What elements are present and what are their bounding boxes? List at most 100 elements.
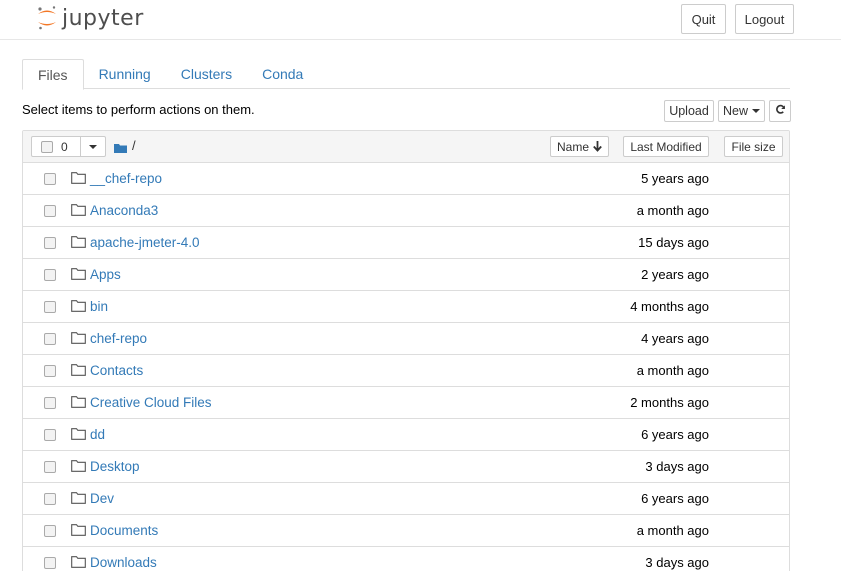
logo-text: jupyter — [62, 5, 144, 31]
new-button-label: New — [722, 104, 748, 118]
table-row[interactable]: bin 4 months ago — [23, 291, 789, 323]
folder-solid-icon — [114, 141, 127, 153]
table-row[interactable]: Anaconda3 a month ago — [23, 195, 789, 227]
jupyter-logo-icon — [36, 5, 58, 31]
refresh-button[interactable] — [769, 100, 791, 122]
table-row[interactable]: Documents a month ago — [23, 515, 789, 547]
item-last-modified: 15 days ago — [638, 235, 709, 250]
selected-count: 0 — [61, 139, 68, 154]
item-name-link[interactable]: Documents — [90, 523, 158, 538]
table-row[interactable]: Apps 2 years ago — [23, 259, 789, 291]
folder-icon — [71, 364, 86, 376]
caret-down-icon — [89, 144, 97, 149]
quit-button[interactable]: Quit — [681, 4, 726, 34]
selection-hint: Select items to perform actions on them. — [22, 102, 255, 117]
row-checkbox[interactable] — [44, 301, 56, 313]
folder-icon — [71, 172, 86, 184]
header: jupyter Quit Logout — [0, 0, 841, 40]
item-name-link[interactable]: bin — [90, 299, 108, 314]
upload-button[interactable]: Upload — [664, 100, 714, 122]
row-checkbox[interactable] — [44, 173, 56, 185]
row-checkbox[interactable] — [44, 269, 56, 281]
tab-running[interactable]: Running — [84, 59, 166, 89]
folder-icon — [71, 268, 86, 280]
tab-bar: Files Running Clusters Conda — [22, 59, 790, 90]
sort-file-size-button[interactable]: File size — [724, 136, 783, 157]
select-all-checkbox[interactable] — [41, 140, 53, 153]
table-row[interactable]: dd 6 years ago — [23, 419, 789, 451]
refresh-icon — [775, 104, 786, 118]
item-name-link[interactable]: __chef-repo — [90, 171, 162, 186]
sort-last-modified-button[interactable]: Last Modified — [623, 136, 709, 157]
file-rows: __chef-repo 5 years ago Anaconda3 a month a… — [23, 163, 789, 571]
tab-clusters[interactable]: Clusters — [166, 59, 247, 89]
folder-icon — [71, 428, 86, 440]
sort-name-label: Name — [556, 139, 589, 154]
table-row[interactable]: chef-repo 4 years ago — [23, 323, 789, 355]
row-checkbox[interactable] — [44, 365, 56, 377]
row-checkbox[interactable] — [44, 205, 56, 217]
item-last-modified: a month ago — [636, 523, 709, 538]
folder-icon — [71, 460, 86, 472]
row-checkbox[interactable] — [44, 525, 56, 537]
table-row[interactable]: Contacts a month ago — [23, 355, 789, 387]
sort-name-button[interactable]: Name — [550, 136, 609, 157]
folder-icon — [71, 556, 86, 568]
table-row[interactable]: Desktop 3 days ago — [23, 451, 789, 483]
row-checkbox[interactable] — [44, 237, 56, 249]
table-row[interactable]: __chef-repo 5 years ago — [23, 163, 789, 195]
table-row[interactable]: Downloads 3 days ago — [23, 547, 789, 571]
item-name-link[interactable]: Desktop — [90, 459, 140, 474]
arrow-down-icon — [593, 141, 602, 152]
file-list-header: 0 / Name Last Modified File size — [23, 131, 789, 163]
row-checkbox[interactable] — [44, 397, 56, 409]
item-last-modified: 5 years ago — [641, 171, 709, 186]
folder-icon — [71, 492, 86, 504]
folder-icon — [71, 300, 86, 312]
item-name-link[interactable]: Contacts — [90, 363, 143, 378]
folder-icon — [71, 204, 86, 216]
row-checkbox[interactable] — [44, 493, 56, 505]
breadcrumb-root[interactable]: / — [132, 138, 136, 153]
jupyter-logo[interactable]: jupyter — [36, 5, 144, 31]
table-row[interactable]: apache-jmeter-4.0 15 days ago — [23, 227, 789, 259]
item-last-modified: 4 years ago — [641, 331, 709, 346]
item-name-link[interactable]: Anaconda3 — [90, 203, 158, 218]
item-name-link[interactable]: Creative Cloud Files — [90, 395, 212, 410]
breadcrumb[interactable]: / — [114, 138, 136, 153]
table-row[interactable]: Creative Cloud Files 2 months ago — [23, 387, 789, 419]
row-checkbox[interactable] — [44, 461, 56, 473]
folder-icon — [71, 396, 86, 408]
item-last-modified: 3 days ago — [645, 555, 709, 570]
item-last-modified: a month ago — [636, 363, 709, 378]
select-all[interactable]: 0 — [32, 137, 81, 156]
item-last-modified: a month ago — [636, 203, 709, 218]
item-name-link[interactable]: chef-repo — [90, 331, 147, 346]
tab-files[interactable]: Files — [22, 59, 84, 90]
file-list: 0 / Name Last Modified File size __chef-… — [22, 130, 790, 571]
item-name-link[interactable]: Downloads — [90, 555, 157, 570]
select-all-control: 0 — [31, 136, 106, 157]
item-name-link[interactable]: dd — [90, 427, 105, 442]
tab-conda[interactable]: Conda — [247, 59, 318, 89]
select-menu-dropdown[interactable] — [81, 137, 105, 156]
new-button[interactable]: New — [718, 100, 765, 122]
caret-down-icon — [752, 109, 760, 113]
item-name-link[interactable]: Apps — [90, 267, 121, 282]
folder-icon — [71, 332, 86, 344]
item-name-link[interactable]: apache-jmeter-4.0 — [90, 235, 200, 250]
folder-icon — [71, 236, 86, 248]
folder-icon — [71, 524, 86, 536]
row-checkbox[interactable] — [44, 429, 56, 441]
logout-button[interactable]: Logout — [735, 4, 794, 34]
item-last-modified: 2 years ago — [641, 267, 709, 282]
item-last-modified: 3 days ago — [645, 459, 709, 474]
item-name-link[interactable]: Dev — [90, 491, 114, 506]
row-checkbox[interactable] — [44, 333, 56, 345]
table-row[interactable]: Dev 6 years ago — [23, 483, 789, 515]
item-last-modified: 2 months ago — [630, 395, 709, 410]
item-last-modified: 4 months ago — [630, 299, 709, 314]
row-checkbox[interactable] — [44, 557, 56, 569]
item-last-modified: 6 years ago — [641, 427, 709, 442]
item-last-modified: 6 years ago — [641, 491, 709, 506]
